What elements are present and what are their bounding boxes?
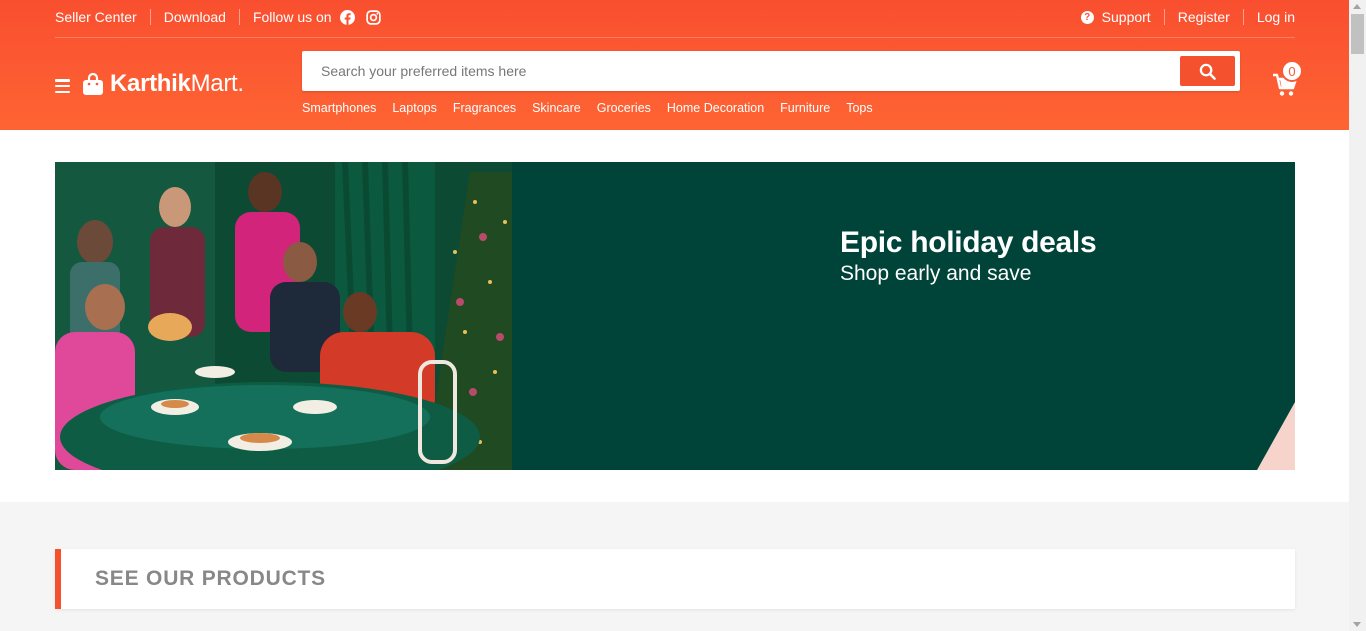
cart-count-badge: 0 bbox=[1281, 60, 1303, 82]
download-link[interactable]: Download bbox=[164, 9, 226, 25]
section-title: SEE OUR PRODUCTS bbox=[95, 567, 326, 590]
brand-logo[interactable]: KarthikMart. bbox=[55, 70, 244, 98]
category-link-fragrances[interactable]: Fragrances bbox=[453, 101, 516, 115]
category-link-tops[interactable]: Tops bbox=[846, 101, 872, 115]
brand-name-bold: Karthik bbox=[110, 70, 191, 97]
products-section-header: SEE OUR PRODUCTS bbox=[55, 549, 1295, 609]
top-bar: Seller Center Download Follow us on ? Su… bbox=[55, 0, 1295, 38]
decorative-corner bbox=[1257, 402, 1295, 470]
page-scrollbar[interactable] bbox=[1349, 0, 1366, 631]
category-links: Smartphones Laptops Fragrances Skincare … bbox=[302, 101, 889, 115]
promo-banner[interactable]: Epic holiday deals Shop early and save bbox=[55, 162, 1295, 470]
search-input[interactable] bbox=[302, 51, 1172, 91]
holiday-party-photo bbox=[55, 162, 512, 470]
scrollbar-thumb[interactable] bbox=[1351, 14, 1364, 54]
top-bar-left: Seller Center Download Follow us on bbox=[55, 9, 381, 25]
hamburger-menu-icon[interactable] bbox=[55, 79, 70, 93]
category-link-smartphones[interactable]: Smartphones bbox=[302, 101, 376, 115]
follow-us-label: Follow us on bbox=[252, 9, 332, 25]
hero-section: Epic holiday deals Shop early and save bbox=[0, 130, 1349, 502]
scroll-up-arrow-icon[interactable] bbox=[1353, 4, 1361, 9]
category-link-skincare[interactable]: Skincare bbox=[532, 101, 581, 115]
instagram-icon[interactable] bbox=[365, 9, 381, 25]
site-header: Seller Center Download Follow us on ? Su… bbox=[0, 0, 1349, 130]
brand-name-regular: Mart. bbox=[190, 70, 244, 97]
search-bar bbox=[302, 51, 1240, 91]
support-link[interactable]: Support bbox=[1102, 9, 1151, 25]
seller-center-link[interactable]: Seller Center bbox=[55, 9, 137, 25]
divider bbox=[1242, 9, 1244, 25]
facebook-icon[interactable] bbox=[339, 9, 355, 25]
search-icon bbox=[1199, 63, 1216, 80]
top-bar-right: ? Support Register Log in bbox=[1080, 9, 1295, 25]
divider bbox=[149, 9, 151, 25]
login-link[interactable]: Log in bbox=[1257, 9, 1295, 25]
category-link-laptops[interactable]: Laptops bbox=[392, 101, 436, 115]
scroll-down-arrow-icon[interactable] bbox=[1353, 622, 1361, 627]
shopping-bag-icon bbox=[83, 72, 103, 95]
category-link-furniture[interactable]: Furniture bbox=[780, 101, 830, 115]
category-link-home-decoration[interactable]: Home Decoration bbox=[667, 101, 764, 115]
help-icon: ? bbox=[1080, 10, 1094, 24]
category-link-groceries[interactable]: Groceries bbox=[597, 101, 651, 115]
search-button[interactable] bbox=[1180, 56, 1235, 86]
brand-name: KarthikMart. bbox=[110, 70, 244, 98]
register-link[interactable]: Register bbox=[1178, 9, 1230, 25]
promo-subtitle: Shop early and save bbox=[840, 262, 1032, 285]
promo-title: Epic holiday deals bbox=[840, 226, 1097, 259]
divider bbox=[238, 9, 240, 25]
divider bbox=[1163, 9, 1165, 25]
